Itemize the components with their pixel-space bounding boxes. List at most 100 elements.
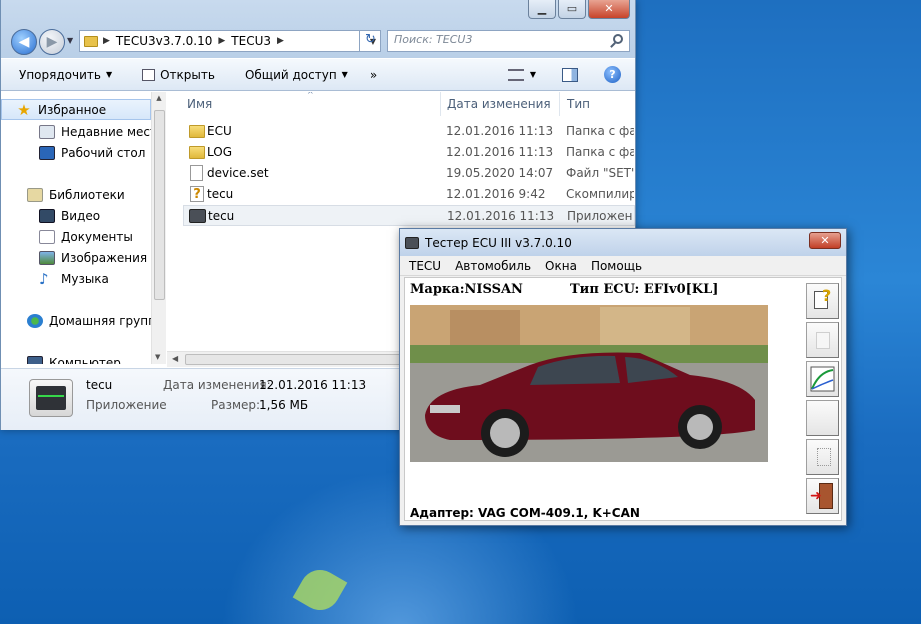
tester-menu-bar: TECU Автомобиль Окна Помощь xyxy=(400,256,846,276)
preview-pane-icon[interactable] xyxy=(562,67,578,82)
change-view-button[interactable]: ▼ xyxy=(507,68,536,81)
menu-windows[interactable]: Окна xyxy=(545,259,577,273)
scroll-down-icon[interactable]: ▼ xyxy=(155,353,160,361)
nav-recent-places[interactable]: Недавние места xyxy=(1,121,151,142)
column-header-type[interactable]: Тип xyxy=(567,92,590,116)
file-name: device.set xyxy=(207,166,269,180)
file-date: 19.05.2020 14:07 xyxy=(446,166,554,180)
column-divider[interactable] xyxy=(440,92,441,116)
chevron-right-icon[interactable]: ▶ xyxy=(103,36,110,46)
forward-button[interactable]: ▶ xyxy=(39,29,65,55)
open-label: Открыть xyxy=(160,67,215,82)
column-header-date[interactable]: Дата изменения xyxy=(447,92,551,116)
music-icon: ♪ xyxy=(39,269,49,288)
nav-label: Избранное xyxy=(38,102,107,117)
file-type: Скомпилир xyxy=(566,187,634,201)
nav-label: Рабочий стол xyxy=(61,145,146,160)
adapter-info: Адаптер: VAG COM-409.1, K+CAN xyxy=(410,506,640,520)
file-name: ECU xyxy=(207,124,232,138)
nav-label: Компьютер xyxy=(49,355,121,365)
tester-title-bar[interactable]: Тестер ECU III v3.7.0.10 ✕ xyxy=(400,229,846,256)
video-icon xyxy=(39,208,55,223)
blank-button[interactable] xyxy=(806,322,839,358)
help-document-button[interactable]: ? xyxy=(806,283,839,319)
minimize-button[interactable]: ▁ xyxy=(528,0,556,19)
folder-icon xyxy=(189,146,205,159)
blank-button[interactable] xyxy=(806,400,839,436)
search-input[interactable]: Поиск: TECU3 xyxy=(387,30,630,52)
images-icon xyxy=(39,250,55,265)
recent-places-icon xyxy=(39,124,55,139)
open-button[interactable]: Открыть xyxy=(142,68,215,82)
nav-computer[interactable]: Компьютер xyxy=(1,352,121,364)
file-type: Папка с фай xyxy=(566,124,634,138)
column-header-name[interactable]: Имя xyxy=(187,92,212,116)
homegroup-icon xyxy=(27,313,43,328)
star-icon: ★ xyxy=(17,100,31,119)
open-icon xyxy=(142,68,156,81)
app-icon xyxy=(405,236,419,249)
scroll-thumb[interactable] xyxy=(185,354,415,365)
scroll-left-icon[interactable]: ◀ xyxy=(172,354,178,363)
file-type: Папка с фай xyxy=(566,145,634,159)
nav-favorites[interactable]: ★ Избранное xyxy=(1,99,151,120)
chevron-down-icon: ▼ xyxy=(105,70,113,79)
exit-button[interactable]: ➜ xyxy=(806,478,839,514)
view-list-icon xyxy=(507,68,524,81)
share-button[interactable]: Общий доступ ▼ xyxy=(245,68,348,82)
details-name: tecu xyxy=(86,378,113,392)
nav-images[interactable]: Изображения xyxy=(1,247,147,268)
organize-label: Упорядочить xyxy=(19,67,101,82)
address-bar[interactable]: ▶ TECU3v3.7.0.10 ▶ TECU3 ▶ ▼ xyxy=(79,30,381,52)
scroll-up-icon[interactable]: ▲ xyxy=(152,94,166,102)
app-icon xyxy=(29,379,73,417)
documents-icon xyxy=(39,229,55,244)
menu-vehicle[interactable]: Автомобиль xyxy=(455,259,531,273)
nav-homegroup[interactable]: Домашняя группа xyxy=(1,310,151,331)
file-row[interactable]: device.set 19.05.2020 14:07 Файл "SET" xyxy=(183,163,635,184)
tester-ecu-window: Тестер ECU III v3.7.0.10 ✕ TECU Автомоби… xyxy=(399,228,847,526)
more-commands-button[interactable]: » xyxy=(370,68,377,82)
maximize-button[interactable]: ▭ xyxy=(558,0,586,19)
file-row[interactable]: ECU 12.01.2016 11:13 Папка с фай xyxy=(183,121,635,142)
nav-documents[interactable]: Документы xyxy=(1,226,133,247)
page-button[interactable] xyxy=(806,439,839,475)
menu-tecu[interactable]: TECU xyxy=(409,259,441,273)
breadcrumb-item[interactable]: TECU3v3.7.0.10 xyxy=(116,34,212,48)
file-row[interactable]: LOG 12.01.2016 11:13 Папка с фай xyxy=(183,142,635,163)
nav-libraries[interactable]: Библиотеки xyxy=(1,184,125,205)
chart-button[interactable] xyxy=(806,361,839,397)
menu-help[interactable]: Помощь xyxy=(591,259,642,273)
folder-icon xyxy=(189,125,205,138)
file-date: 12.01.2016 11:13 xyxy=(446,145,554,159)
chevron-right-icon[interactable]: ▶ xyxy=(277,36,284,46)
nav-desktop[interactable]: Рабочий стол xyxy=(1,142,145,163)
nav-label: Документы xyxy=(61,229,133,244)
file-date: 12.01.2016 11:13 xyxy=(446,124,554,138)
close-button[interactable]: ✕ xyxy=(588,0,630,19)
chevron-right-icon[interactable]: ▶ xyxy=(218,36,225,46)
nav-label: Изображения xyxy=(61,250,148,265)
navigation-scrollbar[interactable]: ▲ ▼ xyxy=(151,92,166,364)
nav-label: Недавние места xyxy=(61,124,151,139)
details-size-label: Размер: xyxy=(211,398,261,412)
vehicle-make: Марка:NISSAN xyxy=(410,282,523,297)
arrow-right-icon: ➜ xyxy=(810,488,822,504)
refresh-icon[interactable]: ↻ xyxy=(359,30,381,52)
breadcrumb-item[interactable]: TECU3 xyxy=(231,34,271,48)
back-button[interactable]: ◀ xyxy=(11,29,37,55)
nav-music[interactable]: ♪ Музыка xyxy=(1,268,109,289)
file-row[interactable]: ? tecu 12.01.2016 9:42 Скомпилир xyxy=(183,184,635,205)
close-button[interactable]: ✕ xyxy=(809,232,841,249)
search-icon[interactable] xyxy=(613,34,623,44)
file-row-selected[interactable]: tecu 12.01.2016 11:13 Приложен xyxy=(183,205,635,226)
column-divider[interactable] xyxy=(559,92,560,116)
organize-button[interactable]: Упорядочить ▼ xyxy=(19,68,112,82)
recent-pages-dropdown[interactable]: ▼ xyxy=(67,36,73,45)
app-icon xyxy=(189,209,206,223)
window-controls: ▁ ▭ ✕ xyxy=(528,0,630,19)
nav-video[interactable]: Видео xyxy=(1,205,100,226)
scroll-thumb[interactable] xyxy=(154,110,165,300)
folder-icon xyxy=(84,35,98,47)
help-icon[interactable]: ? xyxy=(604,66,621,83)
